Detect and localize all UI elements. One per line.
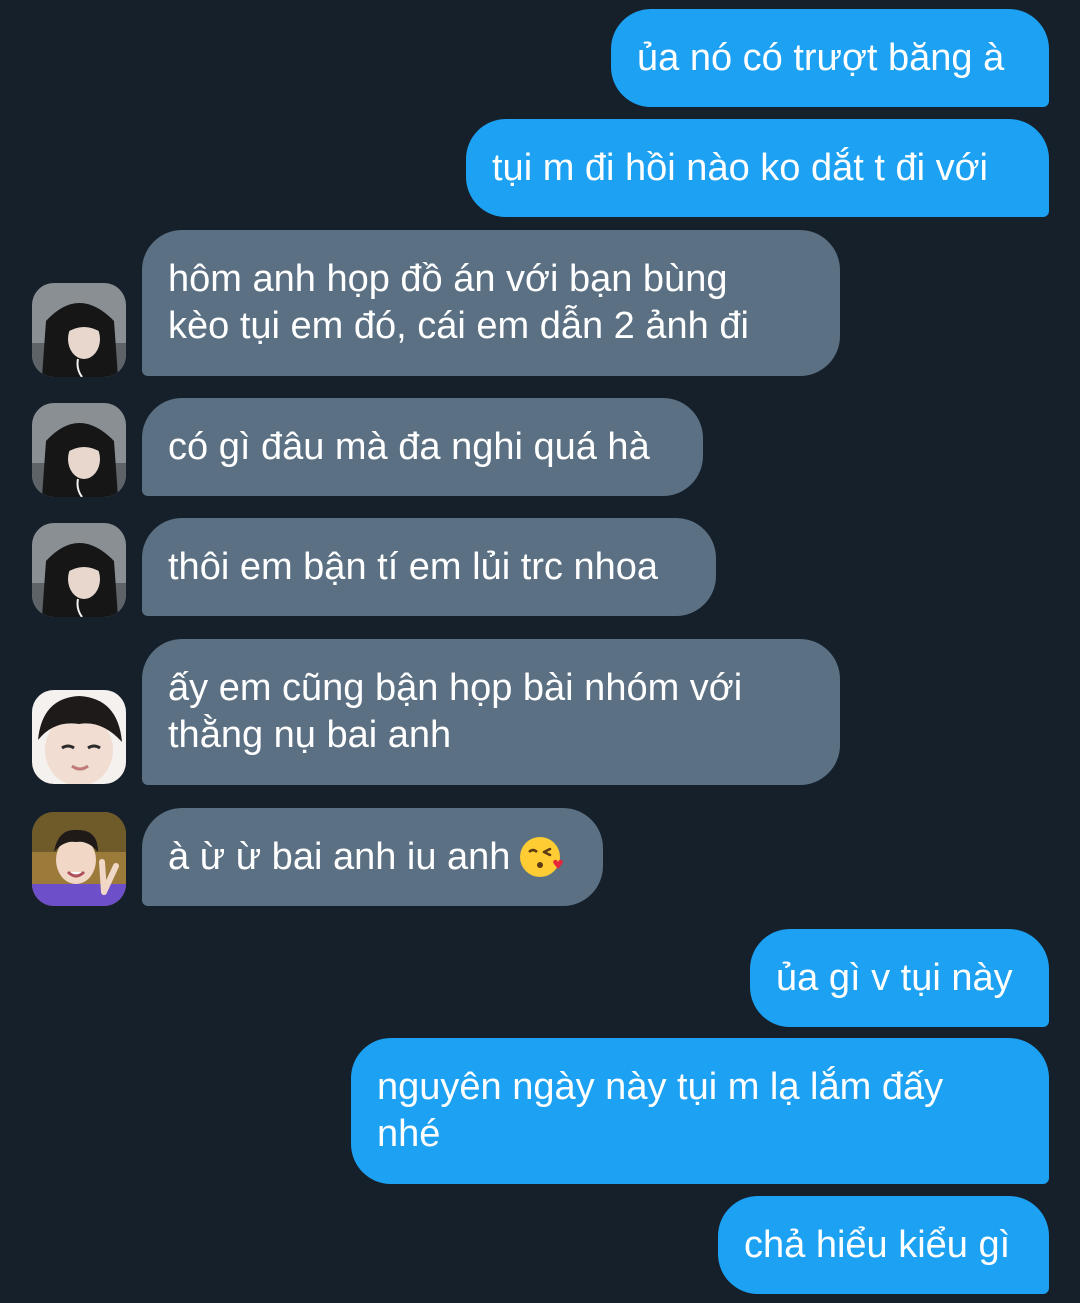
hooded-avatar[interactable] <box>32 523 126 617</box>
face-blowing-a-kiss-icon <box>518 834 564 880</box>
message-bubble-outgoing[interactable]: ủa nó có trượt băng à <box>611 9 1049 107</box>
message-text: ấy em cũng bận họp bài nhóm với thằng nụ… <box>168 667 743 756</box>
message-bubble-outgoing[interactable]: tụi m đi hồi nào ko dắt t đi với <box>466 119 1049 217</box>
message-text: chả hiểu kiểu gì <box>744 1223 1011 1266</box>
hooded-avatar[interactable] <box>32 283 126 377</box>
message-bubble-incoming[interactable]: à ừ ừ bai anh iu anh <box>142 808 603 906</box>
peace-sign-avatar[interactable] <box>32 812 126 906</box>
message-text: hôm anh họp đồ án với bạn bùng kèo tụi e… <box>168 258 749 347</box>
message-bubble-outgoing[interactable]: nguyên ngày này tụi m lạ lắm đấy nhé <box>351 1038 1049 1184</box>
message-text: ủa gì v tụi này <box>776 956 1013 999</box>
message-bubble-outgoing[interactable]: chả hiểu kiểu gì <box>718 1196 1049 1294</box>
message-bubble-incoming[interactable]: có gì đâu mà đa nghi quá hà <box>142 398 703 496</box>
message-bubble-incoming[interactable]: thôi em bận tí em lủi trc nhoa <box>142 518 716 616</box>
message-bubble-incoming[interactable]: hôm anh họp đồ án với bạn bùng kèo tụi e… <box>142 230 840 376</box>
message-bubble-incoming[interactable]: ấy em cũng bận họp bài nhóm với thằng nụ… <box>142 639 840 785</box>
message-text: tụi m đi hồi nào ko dắt t đi với <box>492 146 988 189</box>
message-text: ủa nó có trượt băng à <box>637 36 1005 79</box>
message-text: có gì đâu mà đa nghi quá hà <box>168 425 650 468</box>
message-text: à ừ ừ bai anh iu anh <box>168 835 511 878</box>
hooded-avatar[interactable] <box>32 403 126 497</box>
chat-thread: ủa nó có trượt băng à tụi m đi hồi nào k… <box>0 0 1080 1303</box>
message-bubble-outgoing[interactable]: ủa gì v tụi này <box>750 929 1049 1027</box>
smiling-avatar[interactable] <box>32 690 126 784</box>
message-text: nguyên ngày này tụi m lạ lắm đấy nhé <box>377 1066 944 1155</box>
message-text: thôi em bận tí em lủi trc nhoa <box>168 545 659 588</box>
